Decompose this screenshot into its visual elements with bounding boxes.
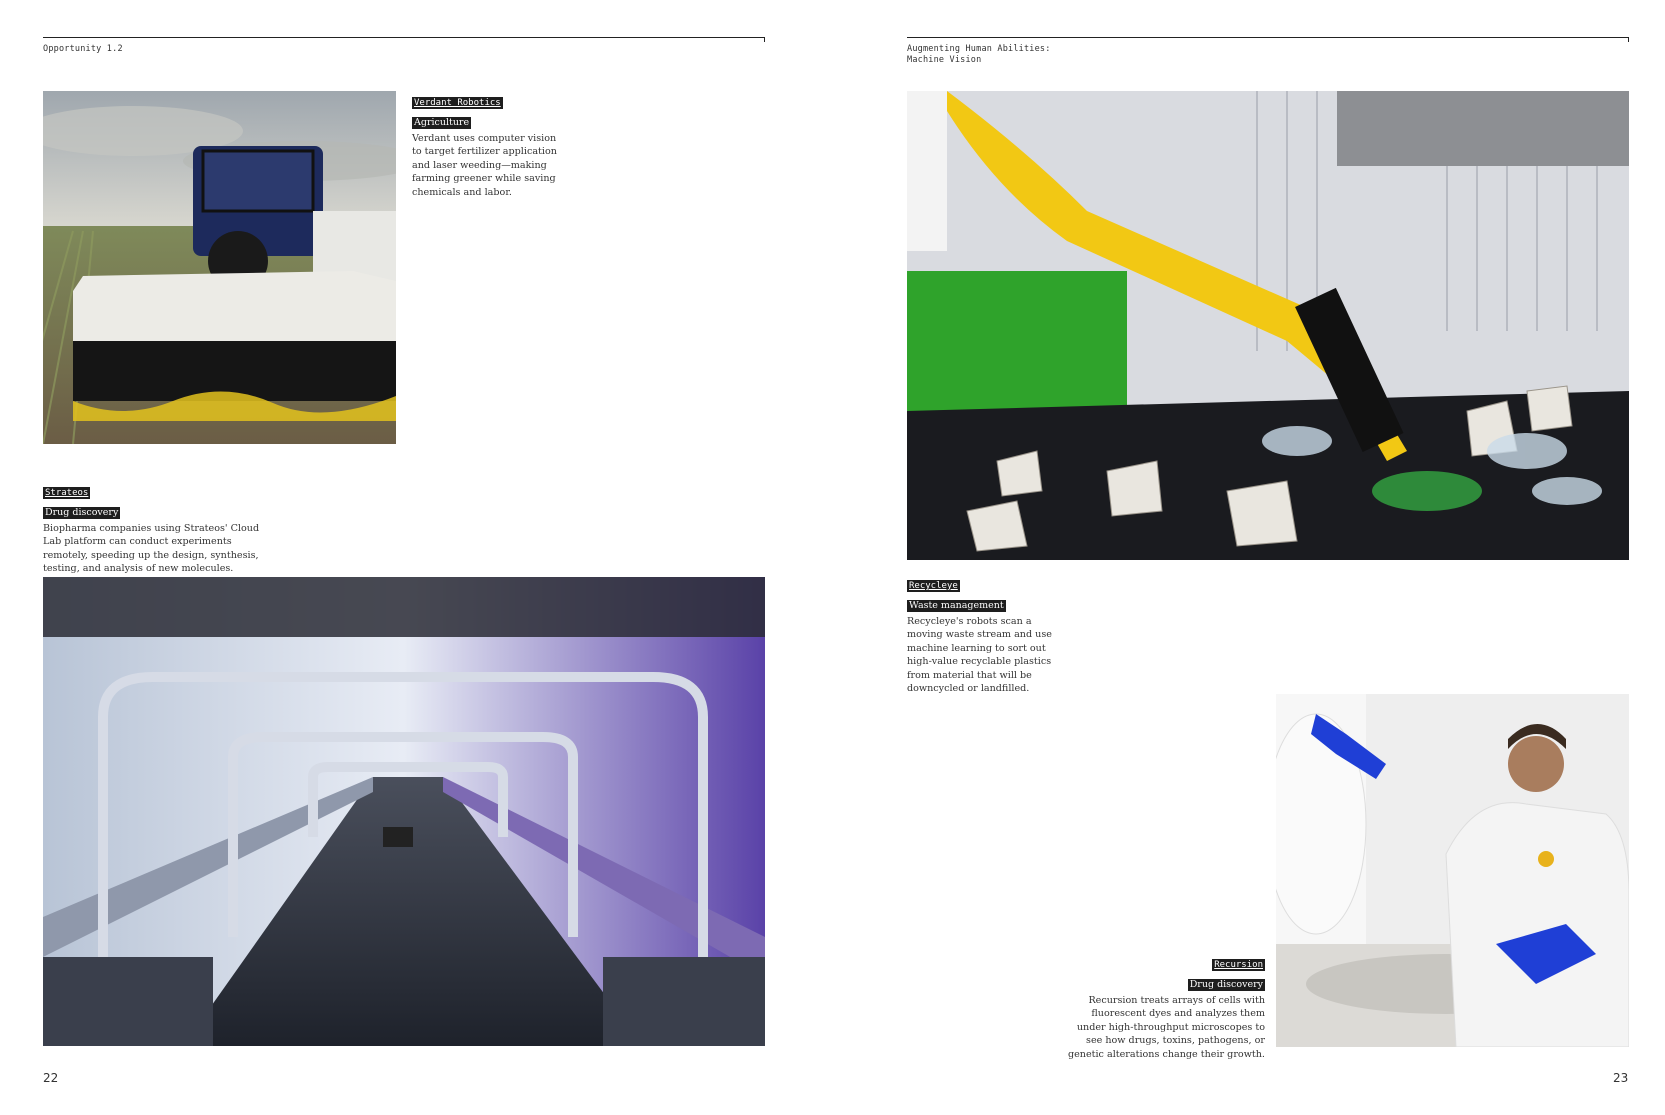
verdant-caption: Verdant Robotics Agriculture Verdant use…	[412, 90, 562, 199]
strateos-caption: Strateos Drug discovery Biopharma compan…	[43, 480, 278, 576]
header-line: Augmenting Human Abilities:	[907, 44, 1051, 54]
section-header: Augmenting Human Abilities: Machine Visi…	[907, 44, 1051, 66]
recycleye-caption: Recycleye Waste management Recycleye's r…	[907, 573, 1067, 695]
sector-label: Drug discovery	[43, 507, 121, 519]
caption-text: Verdant uses computer vision to target f…	[412, 133, 557, 198]
company-label: Strateos	[43, 487, 91, 499]
header-rule	[907, 37, 1629, 42]
sector-label: Waste management	[907, 600, 1006, 612]
company-label: Recycleye	[907, 580, 960, 592]
left-page: Opportunity 1.2 Verdant Robotics Agricul…	[0, 0, 820, 1115]
caption-text: Recursion treats arrays of cells with fl…	[1067, 995, 1265, 1060]
recursion-caption: Recursion Drug discovery Recursion treat…	[1065, 952, 1265, 1061]
sorting-robot-photo	[907, 91, 1629, 560]
company-label: Recursion	[1212, 959, 1265, 971]
cloud-lab-photo	[43, 577, 765, 1046]
header-line: Machine Vision	[907, 55, 982, 65]
company-label: Verdant Robotics	[412, 97, 503, 109]
right-page: Augmenting Human Abilities: Machine Visi…	[830, 0, 1665, 1115]
page-number: 22	[43, 1071, 59, 1085]
page-number: 23	[1613, 1071, 1629, 1085]
sector-label: Drug discovery	[1187, 979, 1265, 991]
header-rule	[43, 37, 765, 42]
tractor-photo	[43, 91, 396, 444]
section-header: Opportunity 1.2	[43, 44, 123, 54]
scientist-photo	[1276, 694, 1629, 1047]
sector-label: Agriculture	[412, 117, 472, 129]
caption-text: Recycleye's robots scan a moving waste s…	[907, 616, 1052, 695]
caption-text: Biopharma companies using Strateos' Clou…	[43, 523, 260, 575]
